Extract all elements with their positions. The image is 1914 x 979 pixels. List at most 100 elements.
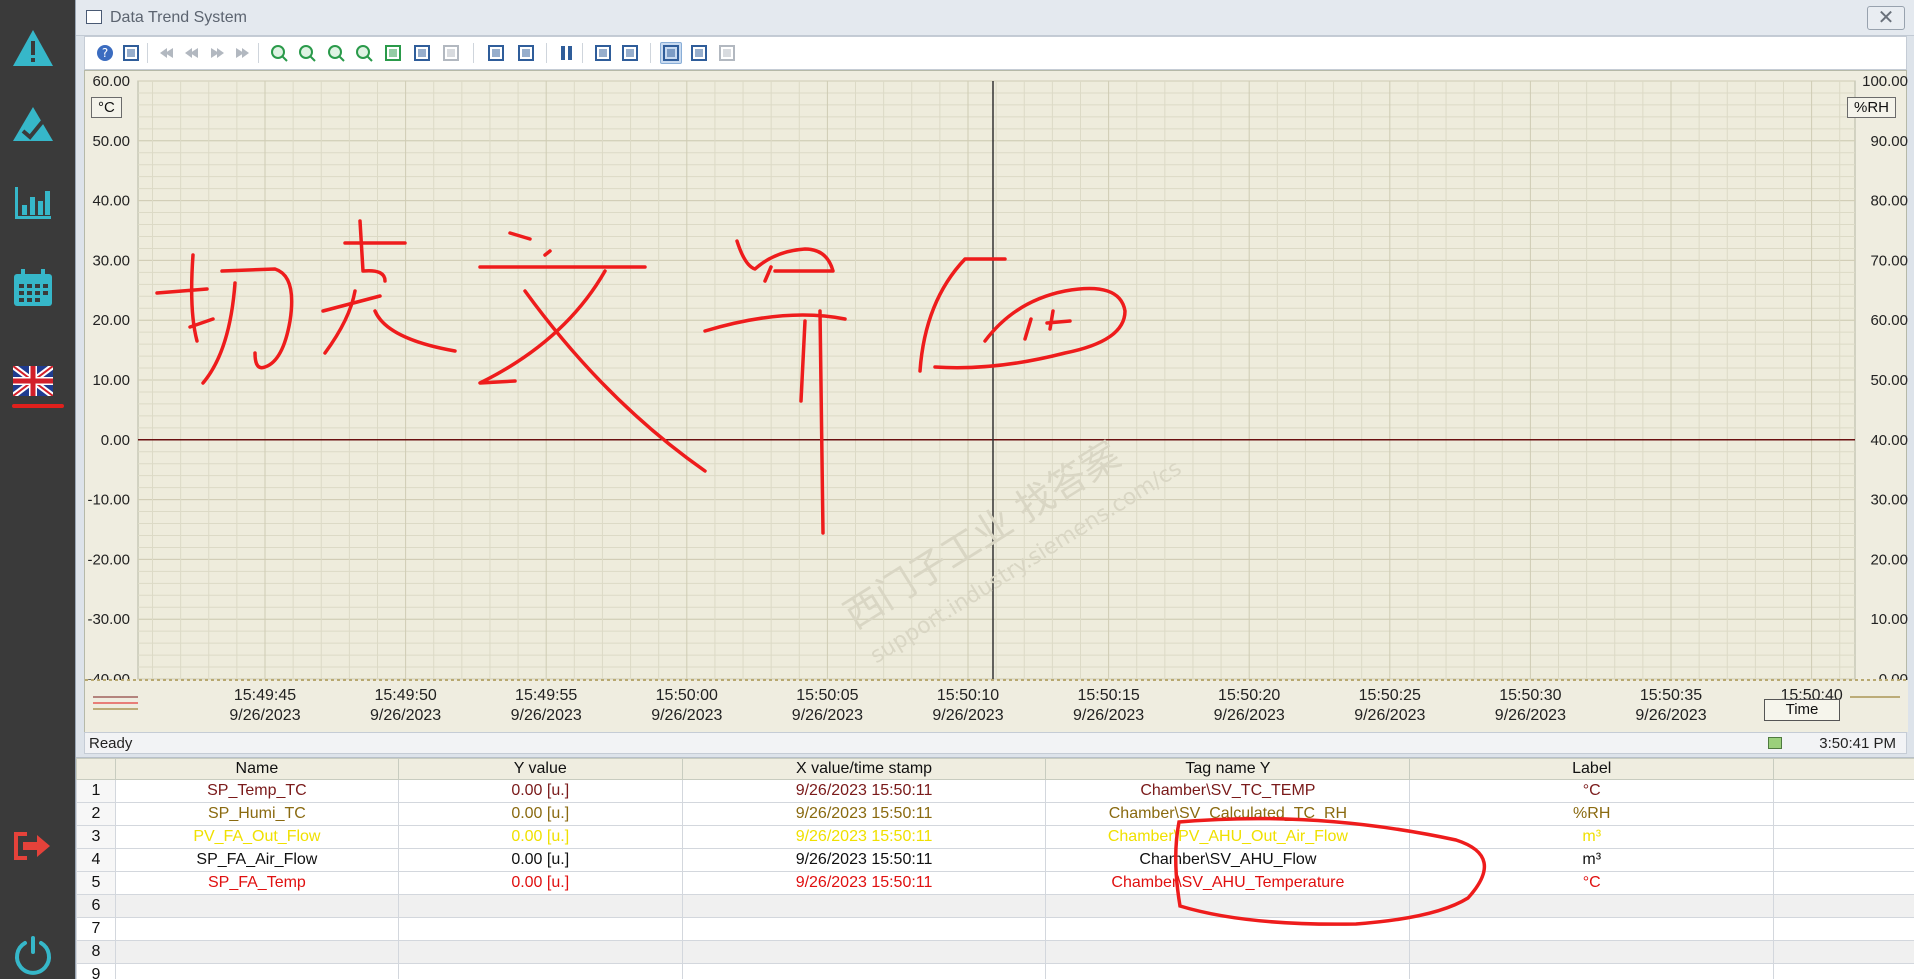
cell-filler[interactable] bbox=[1773, 825, 1914, 849]
cell-y-value[interactable]: 0.00 [u.] bbox=[397, 825, 683, 849]
cell-label[interactable]: °C bbox=[1409, 871, 1775, 895]
table-row-empty[interactable]: 9 bbox=[76, 963, 1914, 979]
header-x-value[interactable]: X value/time stamp bbox=[681, 758, 1047, 780]
last-icon[interactable] bbox=[231, 42, 253, 64]
cell-name[interactable]: SP_Humi_TC bbox=[114, 802, 399, 826]
cell-empty[interactable] bbox=[1409, 963, 1775, 979]
cell-empty[interactable] bbox=[1045, 894, 1411, 918]
cell-index[interactable]: 8 bbox=[76, 940, 116, 964]
cell-index[interactable]: 3 bbox=[76, 825, 116, 849]
cell-index[interactable]: 7 bbox=[76, 917, 116, 941]
cell-empty[interactable] bbox=[681, 940, 1047, 964]
zoom-time-icon[interactable] bbox=[325, 42, 347, 64]
cell-tag-name[interactable]: Chamber\SV_AHU_Flow bbox=[1045, 848, 1411, 872]
uk-flag-icon[interactable] bbox=[10, 358, 56, 404]
pause-icon[interactable] bbox=[556, 42, 578, 64]
cell-empty[interactable] bbox=[1773, 917, 1914, 941]
cell-empty[interactable] bbox=[1409, 894, 1775, 918]
table-row[interactable]: 3 PV_FA_Out_Flow 0.00 [u.] 9/26/2023 15:50:… bbox=[76, 825, 1914, 849]
table-row-empty[interactable]: 6 bbox=[76, 894, 1914, 918]
cell-empty[interactable] bbox=[1773, 894, 1914, 918]
cell-tag-name[interactable]: Chamber\PV_AHU_Out_Air_Flow bbox=[1045, 825, 1411, 849]
cell-label[interactable]: °C bbox=[1409, 779, 1775, 803]
cell-empty[interactable] bbox=[114, 917, 399, 941]
cell-empty[interactable] bbox=[1773, 963, 1914, 979]
statistics-area-icon[interactable] bbox=[688, 42, 710, 64]
cell-name[interactable]: SP_FA_Air_Flow bbox=[114, 848, 399, 872]
cell-filler[interactable] bbox=[1773, 802, 1914, 826]
zoom-in-icon[interactable] bbox=[296, 42, 318, 64]
ruler-icon[interactable] bbox=[660, 42, 682, 64]
cell-y-value[interactable]: 0.00 [u.] bbox=[397, 871, 683, 895]
cell-empty[interactable] bbox=[681, 917, 1047, 941]
header-label[interactable]: Label bbox=[1409, 758, 1775, 780]
cell-y-value[interactable]: 0.00 [u.] bbox=[397, 848, 683, 872]
cell-name[interactable]: PV_FA_Out_Flow bbox=[114, 825, 399, 849]
cell-index[interactable]: 4 bbox=[76, 848, 116, 872]
header-tag-name[interactable]: Tag name Y bbox=[1045, 758, 1411, 780]
cell-empty[interactable] bbox=[114, 963, 399, 979]
close-button[interactable]: ✕ bbox=[1867, 6, 1905, 30]
cell-x-value[interactable]: 9/26/2023 15:50:11 bbox=[681, 848, 1047, 872]
calendar-icon[interactable] bbox=[10, 265, 56, 311]
cell-filler[interactable] bbox=[1773, 848, 1914, 872]
cell-tag-name[interactable]: Chamber\SV_AHU_Temperature bbox=[1045, 871, 1411, 895]
table-row[interactable]: 4 SP_FA_Air_Flow 0.00 [u.] 9/26/2023 15:50:… bbox=[76, 848, 1914, 872]
cell-empty[interactable] bbox=[397, 963, 683, 979]
cell-index[interactable]: 2 bbox=[76, 802, 116, 826]
trend-chart[interactable]: 60.00 50.00 40.00 30.00 20.00 10.00 0.00 -10.00… bbox=[84, 70, 1908, 733]
table-row-empty[interactable]: 7 bbox=[76, 917, 1914, 941]
cell-x-value[interactable]: 9/26/2023 15:50:11 bbox=[681, 871, 1047, 895]
cell-filler[interactable] bbox=[1773, 779, 1914, 803]
cell-empty[interactable] bbox=[681, 894, 1047, 918]
axis-icon[interactable] bbox=[411, 42, 433, 64]
cell-empty[interactable] bbox=[1409, 917, 1775, 941]
select-trend-icon[interactable] bbox=[515, 42, 537, 64]
cell-empty[interactable] bbox=[114, 894, 399, 918]
power-icon[interactable] bbox=[10, 932, 56, 978]
select-data-icon[interactable] bbox=[485, 42, 507, 64]
move-icon[interactable] bbox=[382, 42, 404, 64]
cell-empty[interactable] bbox=[1045, 940, 1411, 964]
cell-x-value[interactable]: 9/26/2023 15:50:11 bbox=[681, 825, 1047, 849]
cell-empty[interactable] bbox=[397, 894, 683, 918]
cell-empty[interactable] bbox=[1045, 963, 1411, 979]
zoom-area-icon[interactable] bbox=[268, 42, 290, 64]
cell-empty[interactable] bbox=[114, 940, 399, 964]
cell-empty[interactable] bbox=[1409, 940, 1775, 964]
cell-empty[interactable] bbox=[681, 963, 1047, 979]
zoom-value-icon[interactable] bbox=[353, 42, 375, 64]
cell-filler[interactable] bbox=[1773, 871, 1914, 895]
chart-canvas[interactable]: 60.00 50.00 40.00 30.00 20.00 10.00 0.00 -10.00… bbox=[85, 71, 1908, 733]
cell-empty[interactable] bbox=[397, 917, 683, 941]
cell-empty[interactable] bbox=[1045, 917, 1411, 941]
cell-tag-name[interactable]: Chamber\SV_Calculated_TC_RH bbox=[1045, 802, 1411, 826]
cell-index[interactable]: 1 bbox=[76, 779, 116, 803]
print-icon[interactable] bbox=[592, 42, 614, 64]
alarm-check-icon[interactable] bbox=[10, 100, 56, 146]
table-row[interactable]: 2 SP_Humi_TC 0.00 [u.] 9/26/2023 15:50:11 Ch… bbox=[76, 802, 1914, 826]
table-row[interactable]: 1 SP_Temp_TC 0.00 [u.] 9/26/2023 15:50:11 Ch… bbox=[76, 779, 1914, 803]
next-icon[interactable] bbox=[206, 42, 228, 64]
first-icon[interactable] bbox=[156, 42, 178, 64]
cell-name[interactable]: SP_Temp_TC bbox=[114, 779, 399, 803]
config-icon[interactable] bbox=[120, 42, 142, 64]
cell-tag-name[interactable]: Chamber\SV_TC_TEMP bbox=[1045, 779, 1411, 803]
header-name[interactable]: Name bbox=[114, 758, 399, 780]
cell-y-value[interactable]: 0.00 [u.] bbox=[397, 779, 683, 803]
cell-name[interactable]: SP_FA_Temp bbox=[114, 871, 399, 895]
exit-icon[interactable] bbox=[10, 823, 56, 869]
cell-label[interactable]: %RH bbox=[1409, 802, 1775, 826]
cell-y-value[interactable]: 0.00 [u.] bbox=[397, 802, 683, 826]
table-row[interactable]: 5 SP_FA_Temp 0.00 [u.] 9/26/2023 15:50:11 Ch… bbox=[76, 871, 1914, 895]
original-view-icon[interactable] bbox=[440, 42, 462, 64]
cell-x-value[interactable]: 9/26/2023 15:50:11 bbox=[681, 802, 1047, 826]
warning-icon[interactable] bbox=[10, 25, 56, 71]
table-row-empty[interactable]: 8 bbox=[76, 940, 1914, 964]
cell-label[interactable]: m³ bbox=[1409, 848, 1775, 872]
header-y-value[interactable]: Y value bbox=[397, 758, 683, 780]
cell-empty[interactable] bbox=[397, 940, 683, 964]
cell-x-value[interactable]: 9/26/2023 15:50:11 bbox=[681, 779, 1047, 803]
cell-index[interactable]: 9 bbox=[76, 963, 116, 979]
cell-label[interactable]: m³ bbox=[1409, 825, 1775, 849]
